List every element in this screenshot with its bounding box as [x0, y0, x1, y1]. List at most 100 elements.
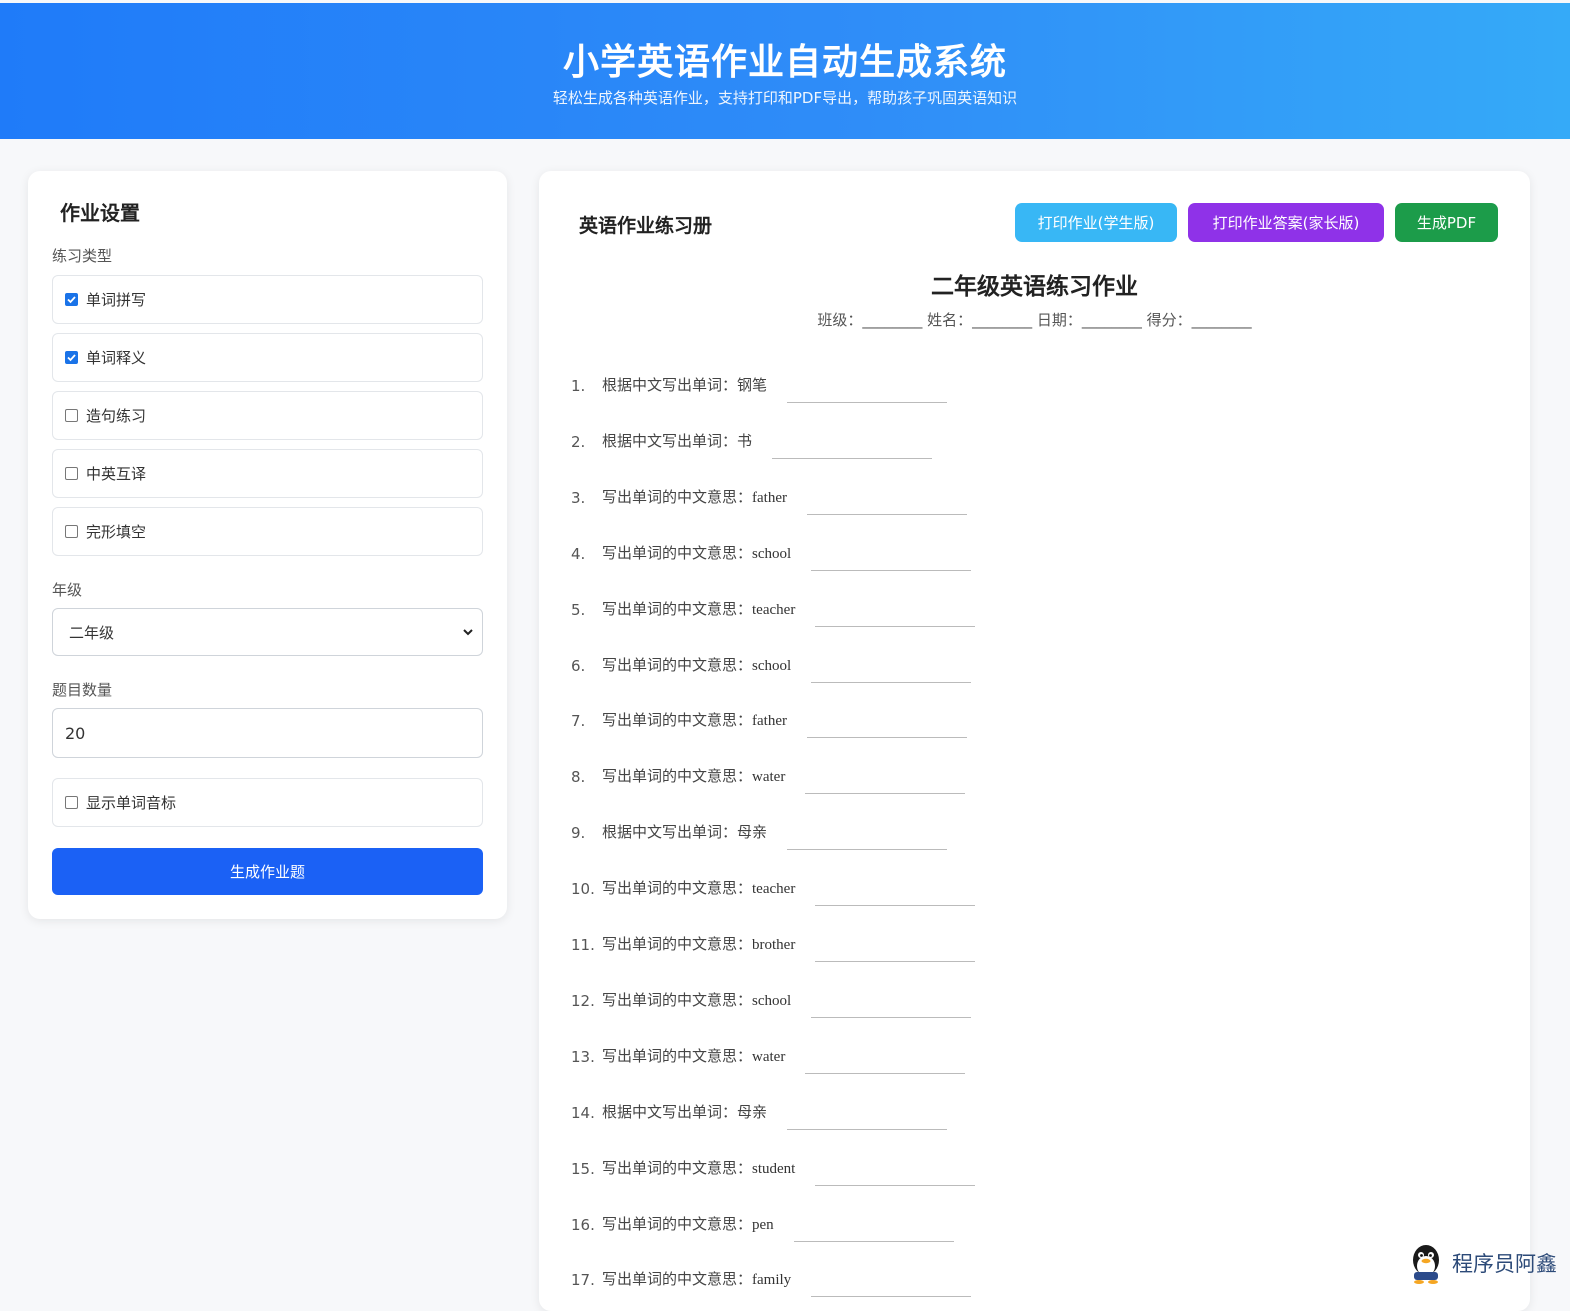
worksheet-info-line: 班级：________ 姓名：________ 日期：________ 得分：_…: [817, 311, 1252, 329]
answer-blank[interactable]: [807, 710, 967, 739]
question-number: 17.: [571, 1271, 595, 1290]
checkbox-spelling[interactable]: [65, 293, 78, 306]
question-prompt: 写出单词的中文意思：: [602, 1214, 753, 1233]
question-number: 16.: [571, 1215, 595, 1234]
type-option-spelling[interactable]: 单词拼写: [52, 275, 483, 324]
question-number: 4.: [571, 544, 586, 563]
question-item: 10. 写出单词的中文意思： teacher: [571, 866, 976, 907]
answer-blank[interactable]: [815, 878, 976, 907]
answer-blank[interactable]: [815, 1158, 976, 1186]
answer-blank[interactable]: [811, 1269, 972, 1298]
print-student-button[interactable]: 打印作业(学生版): [1015, 203, 1177, 242]
type-option-label: 单词拼写: [86, 291, 147, 309]
question-number: 9.: [571, 824, 586, 843]
question-number: 2.: [571, 432, 586, 451]
question-word: 母亲: [737, 823, 768, 842]
question-prompt: 写出单词的中文意思：: [602, 655, 753, 674]
question-prompt: 根据中文写出单词：: [602, 431, 738, 450]
answer-blank[interactable]: [793, 1214, 954, 1242]
question-prompt: 写出单词的中文意思：: [602, 543, 753, 562]
type-option-label: 中英互译: [86, 465, 147, 483]
question-word: school: [752, 545, 792, 562]
question-item: 17. 写出单词的中文意思： family: [571, 1257, 972, 1298]
checkbox-meaning[interactable]: [65, 351, 78, 364]
question-number: 6.: [571, 656, 586, 675]
question-prompt: 写出单词的中文意思：: [602, 599, 753, 618]
answer-blank[interactable]: [811, 655, 972, 683]
grade-value: 二年级: [69, 623, 115, 642]
answer-blank[interactable]: [811, 543, 972, 571]
answer-blank[interactable]: [811, 990, 972, 1018]
checkbox-translate[interactable]: [65, 467, 78, 480]
question-word: 书: [737, 431, 753, 450]
question-item: 7. 写出单词的中文意思： father: [571, 698, 967, 739]
checkbox-cloze[interactable]: [65, 525, 78, 538]
phonetic-label: 显示单词音标: [86, 794, 177, 812]
type-label: 练习类型: [52, 247, 113, 265]
question-item: 11. 写出单词的中文意思： brother: [571, 922, 976, 962]
checkbox-phonetic[interactable]: [65, 796, 78, 809]
grade-select[interactable]: 二年级: [52, 608, 483, 656]
type-option-meaning[interactable]: 单词释义: [52, 333, 483, 382]
question-prompt: 根据中文写出单词：: [602, 823, 738, 842]
watermark-text: 程序员阿鑫: [1452, 1252, 1557, 1276]
question-item: 6. 写出单词的中文意思： school: [571, 643, 972, 683]
question-word: water: [752, 1048, 786, 1065]
answer-blank[interactable]: [805, 1046, 966, 1074]
question-word: school: [752, 992, 792, 1009]
type-option-label: 完形填空: [86, 523, 147, 541]
settings-title: 作业设置: [60, 201, 140, 225]
question-number: 3.: [571, 488, 586, 507]
question-word: brother: [752, 937, 796, 953]
answer-blank[interactable]: [787, 822, 948, 851]
penguin-icon: [1413, 1245, 1439, 1284]
question-item: 14. 根据中文写出单词： 母亲: [571, 1090, 948, 1130]
print-answer-button[interactable]: 打印作业答案(家长版): [1188, 203, 1384, 242]
answer-blank[interactable]: [787, 375, 948, 403]
question-item: 13. 写出单词的中文意思： water: [571, 1034, 966, 1074]
question-item: 1. 根据中文写出单词： 钢笔: [571, 363, 948, 403]
answer-blank[interactable]: [815, 934, 976, 962]
generate-pdf-button[interactable]: 生成PDF: [1395, 203, 1498, 242]
chevron-down-icon: [463, 629, 473, 636]
question-item: 16. 写出单词的中文意思： pen: [571, 1202, 954, 1242]
question-word: father: [752, 713, 787, 730]
question-word: water: [752, 769, 786, 786]
question-number: 7.: [571, 712, 586, 731]
checkbox-sentence[interactable]: [65, 409, 78, 422]
question-word: school: [752, 657, 792, 674]
question-word: family: [752, 1272, 792, 1289]
answer-blank[interactable]: [807, 487, 967, 515]
phonetic-option[interactable]: 显示单词音标: [52, 778, 483, 827]
answer-blank[interactable]: [805, 766, 966, 795]
question-prompt: 写出单词的中文意思：: [602, 879, 753, 898]
question-word: teacher: [752, 881, 796, 898]
question-number: 5.: [571, 600, 586, 619]
answer-blank[interactable]: [772, 431, 933, 459]
question-number: 8.: [571, 768, 586, 787]
type-option-label: 单词释义: [86, 349, 147, 367]
answer-blank[interactable]: [815, 599, 976, 627]
question-prompt: 写出单词的中文意思：: [602, 935, 753, 953]
question-prompt: 写出单词的中文意思：: [602, 711, 753, 730]
answer-blank[interactable]: [787, 1102, 948, 1130]
type-option-cloze[interactable]: 完形填空: [52, 507, 483, 556]
count-input[interactable]: 20: [52, 708, 483, 758]
question-prompt: 根据中文写出单词：: [602, 1102, 738, 1121]
question-number: 13.: [571, 1047, 595, 1066]
question-item: 15. 写出单词的中文意思： student: [571, 1146, 976, 1186]
question-word: 钢笔: [737, 376, 768, 394]
type-option-translate[interactable]: 中英互译: [52, 449, 483, 498]
question-prompt: 写出单词的中文意思：: [602, 1158, 753, 1177]
question-item: 3. 写出单词的中文意思： father: [571, 475, 967, 515]
question-word: 母亲: [737, 1102, 768, 1121]
watermark: 程序员阿鑫: [1406, 1242, 1557, 1284]
type-option-sentence[interactable]: 造句练习: [52, 391, 483, 440]
worksheet-panel: 英语作业练习册 打印作业(学生版) 打印作业答案(家长版) 生成PDF 二年级英…: [539, 171, 1530, 1311]
question-prompt: 写出单词的中文意思：: [602, 767, 753, 786]
generate-button[interactable]: 生成作业题: [52, 848, 483, 895]
question-item: 2. 根据中文写出单词：书: [571, 419, 933, 459]
question-number: 12.: [571, 991, 595, 1010]
question-word: pen: [752, 1216, 774, 1233]
question-prompt: 写出单词的中文意思：: [602, 1270, 753, 1289]
